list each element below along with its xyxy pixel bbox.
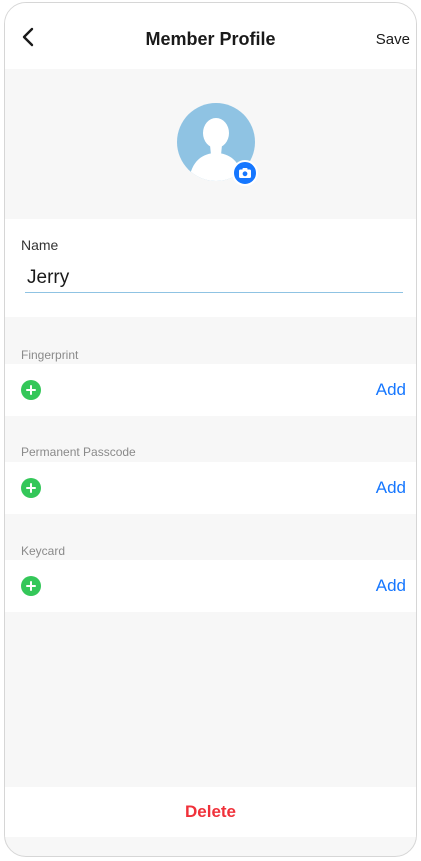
add-passcode-button[interactable]: Add	[376, 478, 406, 498]
permanent-passcode-row[interactable]: Add	[5, 462, 416, 514]
plus-circle-icon[interactable]	[21, 576, 41, 596]
page-title: Member Profile	[145, 29, 276, 49]
plus-circle-icon[interactable]	[21, 380, 41, 400]
fingerprint-section-title: Fingerprint	[21, 348, 79, 362]
name-label: Name	[21, 237, 59, 253]
save-button[interactable]: Save	[376, 31, 410, 48]
add-keycard-button[interactable]: Add	[376, 576, 406, 596]
change-photo-button[interactable]	[232, 160, 258, 186]
navigation-bar: Member Profile Save	[5, 3, 416, 69]
app-screen: Member Profile Save Name Fingerprint Add…	[4, 2, 417, 857]
plus-circle-icon[interactable]	[21, 478, 41, 498]
keycard-section-title: Keycard	[21, 544, 66, 558]
name-section: Name	[5, 219, 416, 317]
fingerprint-row[interactable]: Add	[5, 364, 416, 416]
camera-icon	[239, 168, 251, 178]
delete-button[interactable]: Delete	[5, 787, 416, 837]
permanent-passcode-section-title: Permanent Passcode	[21, 445, 136, 459]
avatar-section	[5, 69, 416, 219]
keycard-row[interactable]: Add	[5, 560, 416, 612]
name-input[interactable]	[25, 263, 403, 293]
add-fingerprint-button[interactable]: Add	[376, 380, 406, 400]
